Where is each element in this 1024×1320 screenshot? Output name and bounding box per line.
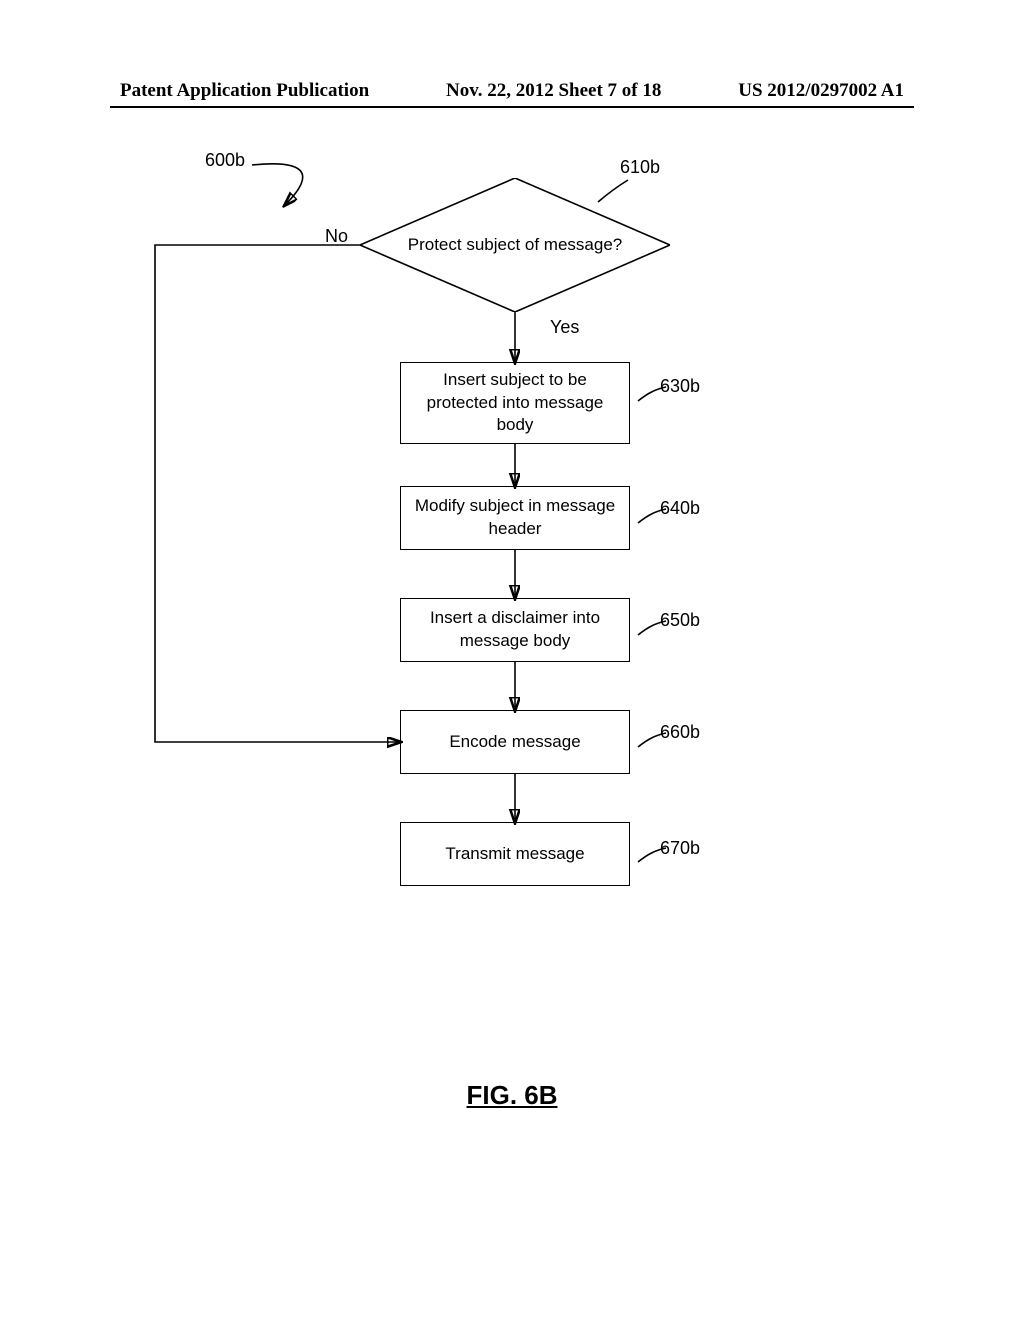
edge-label-no: No	[325, 226, 348, 247]
decision-text: Protect subject of message?	[360, 178, 670, 312]
header-center: Nov. 22, 2012 Sheet 7 of 18	[446, 80, 661, 102]
step-insert-disclaimer: Insert a disclaimer into message body	[400, 598, 630, 662]
flowchart: 600b 610b 630b 640b 650b 660b 670b No Ye…	[0, 150, 1024, 1050]
decision-protect-subject: Protect subject of message?	[360, 178, 670, 312]
ref-660b: 660b	[660, 722, 700, 743]
step-modify-header: Modify subject in message header	[400, 486, 630, 550]
ref-640b: 640b	[660, 498, 700, 519]
ref-630b: 630b	[660, 376, 700, 397]
figure-label: FIG. 6B	[0, 1080, 1024, 1111]
edge-label-yes: Yes	[550, 317, 579, 338]
step-encode-message: Encode message	[400, 710, 630, 774]
ref-670b: 670b	[660, 838, 700, 859]
ref-610b: 610b	[620, 157, 660, 178]
page-header: Patent Application Publication Nov. 22, …	[0, 80, 1024, 102]
ref-650b: 650b	[660, 610, 700, 631]
ref-600b: 600b	[205, 150, 245, 171]
header-left: Patent Application Publication	[120, 80, 369, 102]
step-transmit-message: Transmit message	[400, 822, 630, 886]
header-right: US 2012/0297002 A1	[738, 80, 904, 102]
header-rule	[110, 106, 914, 108]
step-insert-subject: Insert subject to be protected into mess…	[400, 362, 630, 444]
